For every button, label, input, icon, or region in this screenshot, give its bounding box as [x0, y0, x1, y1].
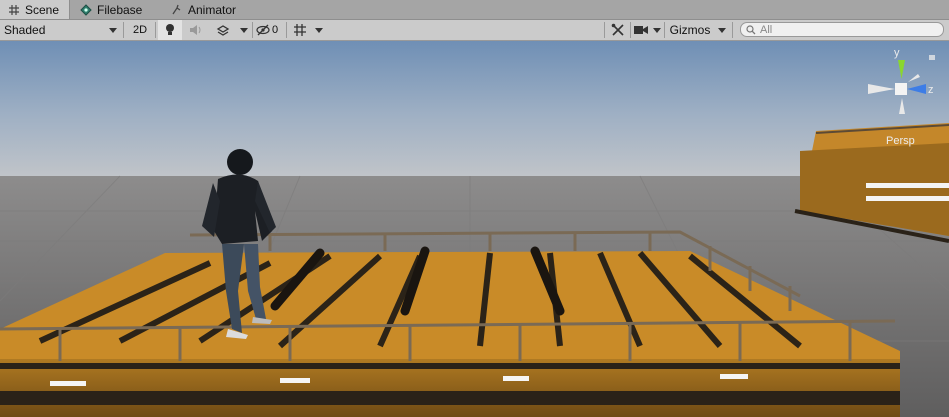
scene-render [0, 41, 949, 417]
tab-animator[interactable]: Animator [163, 0, 253, 19]
draw-mode-label: Shaded [4, 23, 46, 37]
camera-icon [634, 26, 648, 34]
gizmo-z-label: z [928, 84, 934, 96]
orientation-gizmo[interactable]: y z [862, 46, 944, 128]
filebase-icon [80, 3, 92, 16]
divider [252, 22, 253, 38]
effects-layers-icon [216, 25, 230, 36]
search-placeholder: All [760, 23, 773, 36]
gizmo-neg-z-axis[interactable] [908, 74, 920, 82]
tab-filebase-label: Filebase [97, 2, 143, 17]
divider [630, 22, 631, 38]
gizmo-x-axis[interactable] [868, 84, 895, 94]
camera-dropdown[interactable] [651, 20, 663, 40]
tab-bar: Scene Filebase Animator [0, 0, 949, 20]
lightbulb-icon [166, 24, 174, 35]
draw-mode-dropdown[interactable]: Shaded [0, 20, 121, 40]
gizmos-button[interactable]: Gizmos [667, 20, 713, 40]
gizmo-neg-y-axis[interactable] [899, 98, 905, 114]
chevron-down-icon [315, 27, 323, 33]
audio-toggle-button[interactable] [184, 20, 208, 40]
grid-snap-icon [294, 24, 306, 36]
chevron-down-icon [109, 27, 117, 33]
gizmo-y-axis[interactable] [898, 60, 905, 79]
camera-button[interactable] [632, 20, 650, 40]
scene-window: Scene Filebase Animator Shaded 2D 0 Gizm… [0, 0, 949, 417]
divider [664, 22, 665, 38]
grid-icon [9, 4, 19, 15]
toggle-2d-button[interactable]: 2D [127, 20, 153, 40]
tab-scene[interactable]: Scene [0, 0, 70, 19]
divider [123, 22, 124, 38]
hidden-objects-toggle[interactable]: 0 [256, 20, 284, 40]
hidden-count: 0 [272, 24, 279, 36]
tab-animator-label: Animator [188, 2, 237, 17]
chevron-down-icon [653, 27, 661, 33]
search-field[interactable]: All [740, 22, 944, 37]
divider [732, 22, 733, 38]
grid-dropdown[interactable] [312, 20, 326, 40]
divider [155, 22, 156, 38]
gizmos-dropdown[interactable] [714, 20, 730, 40]
tools-button[interactable] [607, 20, 629, 40]
chevron-down-icon [718, 27, 726, 33]
divider [286, 22, 287, 38]
eye-slash-icon [256, 24, 270, 36]
tools-icon [611, 23, 624, 36]
gizmo-y-label: y [894, 47, 900, 59]
scene-viewport[interactable]: y z Persp [0, 41, 949, 417]
effects-toggle-button[interactable] [210, 20, 236, 40]
scene-toolbar: Shaded 2D 0 Gizmos All [0, 20, 949, 41]
gizmos-label: Gizmos [669, 23, 711, 37]
toggle-2d-label: 2D [132, 24, 148, 36]
gizmo-center-cube[interactable] [895, 83, 907, 95]
chevron-down-icon [240, 27, 248, 33]
tab-filebase[interactable]: Filebase [72, 0, 162, 19]
lock-icon[interactable] [929, 55, 935, 60]
search-icon [746, 24, 756, 34]
animator-icon [172, 4, 181, 14]
effects-dropdown[interactable] [237, 20, 251, 40]
divider [604, 22, 605, 38]
projection-label[interactable]: Persp [886, 135, 915, 147]
grid-toggle-button[interactable] [290, 20, 310, 40]
lighting-toggle-button[interactable] [158, 20, 182, 40]
speaker-icon [190, 25, 201, 35]
gizmo-z-axis[interactable] [907, 84, 926, 94]
tab-scene-label: Scene [25, 2, 60, 17]
